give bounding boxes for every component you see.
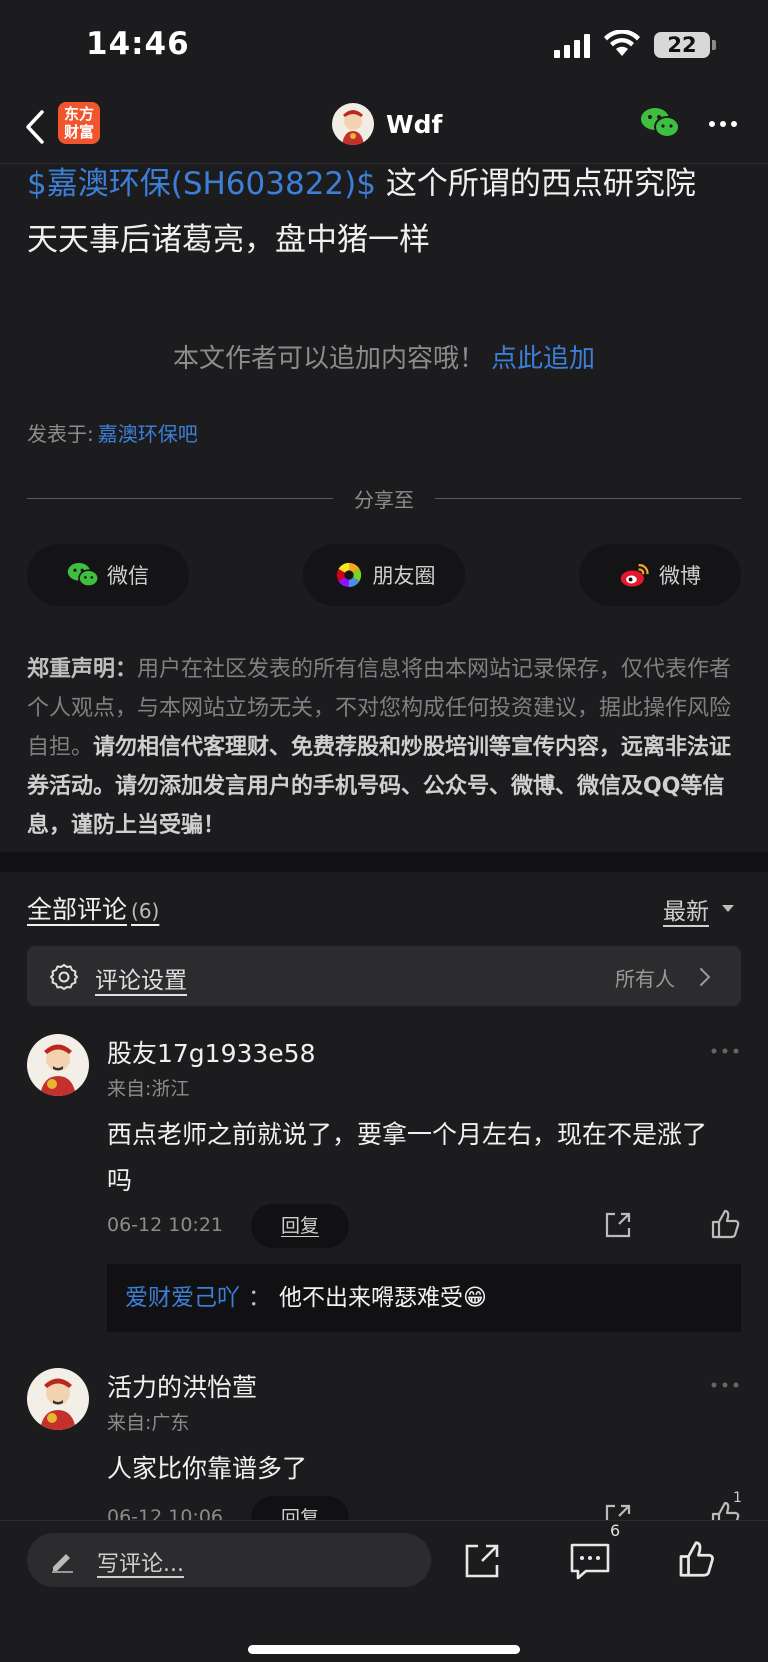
app-logo[interactable]: 东方财富 bbox=[58, 102, 100, 144]
post-body: $嘉澳环保(SH603822)$ 这个所谓的西点研究院 天天事后诸葛亮，盘中猪一… bbox=[27, 156, 741, 268]
share-moments-label: 朋友圈 bbox=[372, 564, 436, 588]
chevron-right-icon bbox=[700, 968, 711, 986]
share-wechat-button[interactable]: 微信 bbox=[27, 544, 189, 606]
status-time: 14:46 bbox=[86, 26, 190, 62]
more-options-icon[interactable] bbox=[708, 120, 738, 128]
author-avatar[interactable] bbox=[332, 103, 374, 145]
comment-text: 西点老师之前就说了，要拿一个月左右，现在不是涨了吗 bbox=[107, 1120, 708, 1195]
comment-item: 活力的洪怡萱 来自:广东 人家比你靠谱多了 06-12 10:06 回复 1 bbox=[27, 1368, 741, 1520]
post-text-1: 这个所谓的西点研究院 bbox=[385, 166, 696, 202]
comment-settings-value: 所有人 bbox=[615, 967, 675, 991]
author-name[interactable]: Wdf bbox=[386, 110, 442, 139]
reply-text: 他不出来嘚瑟难受😁 bbox=[279, 1285, 487, 1311]
disclaimer: 郑重声明：用户在社区发表的所有信息将由本网站记录保存，仅代表作者个人观点，与本网… bbox=[27, 650, 741, 845]
share-icon[interactable] bbox=[603, 1502, 633, 1520]
comment-count-badge: 6 bbox=[610, 1521, 621, 1540]
posted-in: 发表于: 嘉澳环保吧 bbox=[27, 418, 198, 447]
comments-header: 全部评论 (6) 最新 bbox=[27, 888, 741, 928]
disclaimer-heading: 郑重声明： bbox=[27, 657, 138, 682]
wechat-icon[interactable] bbox=[640, 106, 680, 140]
comments-title[interactable]: 全部评论 (6) bbox=[27, 890, 159, 926]
post-line-1: $嘉澳环保(SH603822)$ 这个所谓的西点研究院 bbox=[27, 156, 741, 212]
comment-time: 06-12 10:21 bbox=[107, 1214, 224, 1236]
append-link[interactable]: 点此追加 bbox=[491, 344, 595, 374]
thumbs-up-icon[interactable] bbox=[676, 1539, 716, 1579]
share-weibo-label: 微博 bbox=[659, 564, 701, 588]
comment-icon[interactable] bbox=[568, 1541, 612, 1581]
wifi-icon bbox=[604, 30, 640, 56]
write-comment-input[interactable]: 写评论... bbox=[27, 1533, 431, 1587]
append-prompt: 本文作者可以追加内容哦！ bbox=[172, 344, 485, 374]
posted-in-label: 发表于: bbox=[27, 422, 94, 446]
reply-author[interactable]: 爱财爱己吖 bbox=[125, 1285, 240, 1311]
divider-line-left bbox=[27, 498, 333, 499]
comment-location: 来自:浙江 bbox=[107, 1078, 190, 1100]
reply-button[interactable]: 回复 bbox=[251, 1204, 349, 1248]
comment-author[interactable]: 股友17g1933e58 bbox=[107, 1034, 316, 1070]
share-title: 分享至 bbox=[354, 488, 414, 512]
caret-down-icon[interactable] bbox=[721, 904, 735, 913]
sort-dropdown[interactable]: 最新 bbox=[663, 892, 709, 926]
more-options-icon[interactable] bbox=[711, 1382, 739, 1388]
section-divider bbox=[0, 852, 768, 872]
bottom-bar: 写评论... 6 bbox=[0, 1520, 768, 1662]
more-options-icon[interactable] bbox=[711, 1048, 739, 1054]
stock-link[interactable]: $嘉澳环保(SH603822)$ bbox=[27, 166, 376, 202]
battery-cap bbox=[712, 40, 716, 50]
write-comment-placeholder: 写评论... bbox=[97, 1552, 184, 1577]
comments-count: (6) bbox=[131, 899, 160, 923]
share-icon[interactable] bbox=[603, 1210, 633, 1240]
battery-indicator: 22 bbox=[654, 32, 710, 58]
comment-settings-label: 评论设置 bbox=[95, 968, 187, 994]
back-arrow-icon[interactable] bbox=[22, 108, 48, 146]
wechat-icon bbox=[67, 563, 99, 587]
status-bar: 14:46 22 bbox=[0, 0, 768, 92]
comment-item: 股友17g1933e58 来自:浙江 西点老师之前就说了，要拿一个月左右，现在不… bbox=[27, 1034, 741, 1334]
avatar[interactable] bbox=[27, 1034, 89, 1096]
divider-line-right bbox=[435, 498, 741, 499]
share-icon[interactable] bbox=[462, 1541, 502, 1581]
thumbs-up-icon[interactable] bbox=[709, 1208, 741, 1240]
weibo-icon bbox=[620, 564, 649, 587]
post-text-2: 天天事后诸葛亮，盘中猪一样 bbox=[27, 222, 430, 258]
share-moments-button[interactable]: 朋友圈 bbox=[303, 544, 465, 606]
home-indicator[interactable] bbox=[248, 1645, 520, 1654]
append-prompt-row: 本文作者可以追加内容哦！ 点此追加 bbox=[0, 338, 768, 375]
reply-preview[interactable]: 爱财爱己吖 ： 他不出来嘚瑟难受😁 bbox=[107, 1264, 741, 1332]
nav-bar: 东方财富 Wdf bbox=[0, 92, 768, 164]
comments-title-text: 全部评论 bbox=[27, 895, 128, 924]
avatar[interactable] bbox=[27, 1368, 89, 1430]
gear-icon bbox=[50, 964, 78, 990]
share-wechat-label: 微信 bbox=[107, 564, 149, 588]
share-weibo-button[interactable]: 微博 bbox=[579, 544, 741, 606]
moments-icon bbox=[336, 562, 361, 588]
disclaimer-bold: 请勿相信代客理财、免费荐股和炒股培训等宣传内容，远离非法证券活动。请勿添加发言用… bbox=[27, 735, 732, 838]
share-divider: 分享至 bbox=[27, 484, 741, 514]
comment-settings-bar[interactable]: 评论设置 所有人 bbox=[27, 946, 741, 1006]
cellular-signal-icon bbox=[554, 34, 590, 58]
stock-bar-link[interactable]: 嘉澳环保吧 bbox=[98, 422, 198, 446]
comment-location: 来自:广东 bbox=[107, 1412, 190, 1434]
comment-author[interactable]: 活力的洪怡萱 bbox=[107, 1368, 257, 1404]
pencil-icon bbox=[52, 1554, 73, 1573]
comment-text: 人家比你靠谱多了 bbox=[107, 1454, 308, 1483]
reply-separator: ： bbox=[248, 1285, 271, 1311]
like-count: 1 bbox=[733, 1490, 741, 1506]
reply-button[interactable]: 回复 bbox=[251, 1496, 349, 1520]
comment-time: 06-12 10:06 bbox=[107, 1506, 224, 1520]
